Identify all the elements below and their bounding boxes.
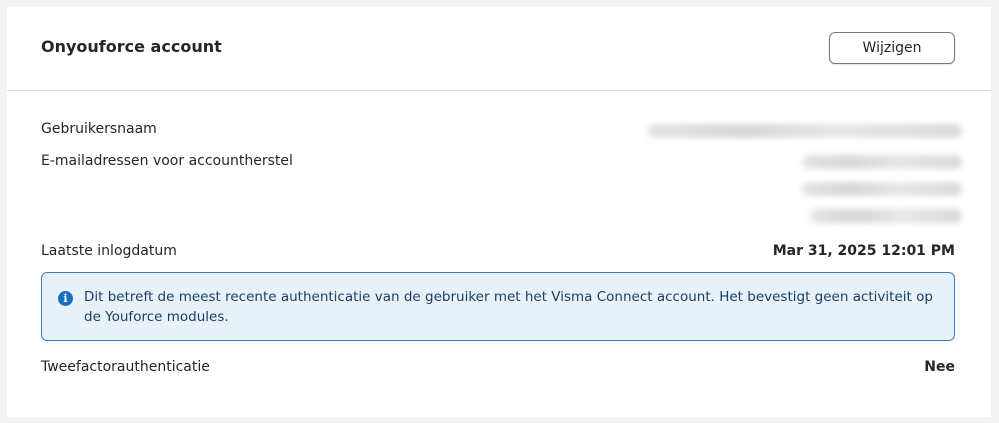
edit-button[interactable]: Wijzigen (829, 32, 955, 64)
last-login-label: Laatste inlogdatum (41, 243, 177, 259)
recovery-email-redacted (802, 155, 962, 169)
recovery-email-redacted (802, 182, 962, 196)
info-icon: i (58, 291, 73, 306)
username-label: Gebruikersnaam (41, 121, 157, 137)
two-factor-label: Tweefactorauthenticatie (41, 359, 210, 375)
card-header: Onyouforce account Wijzigen (7, 7, 991, 91)
account-card: Onyouforce account Wijzigen Gebruikersna… (7, 7, 991, 417)
recovery-emails-label: E-mailadressen voor accountherstel (41, 153, 293, 169)
card-title: Onyouforce account (41, 37, 222, 56)
two-factor-value: Nee (924, 359, 955, 375)
info-message: i Dit betreft de meest recente authentic… (41, 272, 955, 341)
recovery-email-redacted (810, 209, 962, 223)
username-value-redacted (647, 124, 962, 138)
info-text: Dit betreft de meest recente authenticat… (84, 289, 933, 325)
last-login-value: Mar 31, 2025 12:01 PM (772, 243, 955, 259)
